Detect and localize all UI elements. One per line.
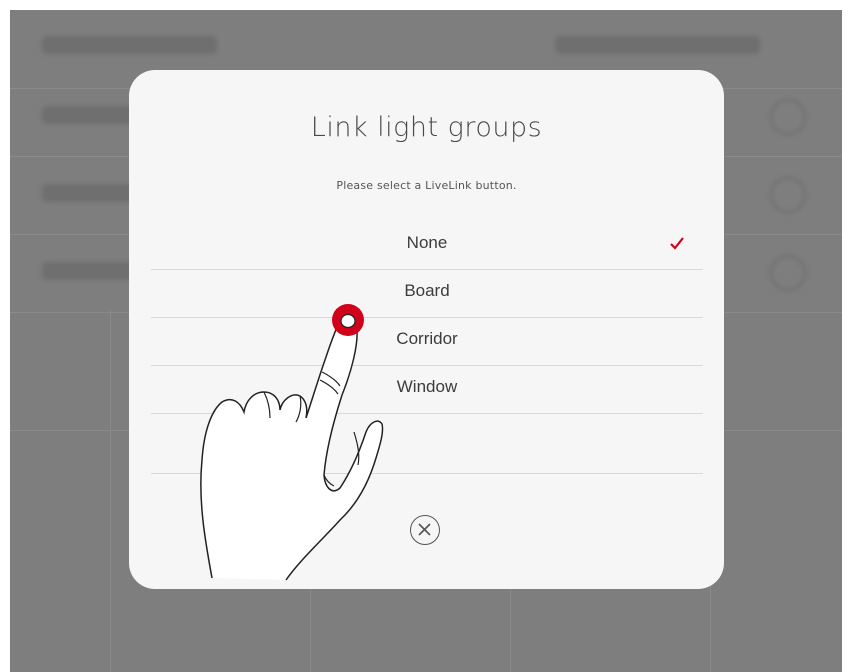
background-row-label	[42, 106, 137, 124]
option-none[interactable]: None	[151, 221, 703, 270]
option-label: Window	[396, 377, 458, 396]
background-row-label	[42, 184, 137, 202]
background-header-left	[42, 36, 217, 54]
background-row-icon	[770, 255, 806, 291]
option-window[interactable]: Window	[151, 365, 703, 414]
background-row-icon	[770, 99, 806, 135]
background-row-label	[42, 262, 137, 280]
link-light-groups-dialog: Link light groups Please select a LiveLi…	[129, 70, 724, 589]
background-header-right	[555, 36, 760, 54]
option-label: Corridor	[396, 329, 458, 348]
background-divider	[110, 310, 111, 672]
background-row-icon	[770, 177, 806, 213]
option-empty[interactable]	[151, 413, 703, 474]
option-corridor[interactable]: Corridor	[151, 317, 703, 366]
option-label: None	[406, 233, 448, 252]
dialog-subtitle: Please select a LiveLink button.	[336, 179, 517, 192]
option-label: Board	[404, 281, 450, 300]
option-board[interactable]: Board	[151, 269, 703, 318]
close-button[interactable]	[410, 515, 440, 545]
close-icon	[418, 523, 431, 536]
dialog-title: Link light groups	[310, 112, 543, 143]
checkmark-icon	[670, 237, 684, 250]
